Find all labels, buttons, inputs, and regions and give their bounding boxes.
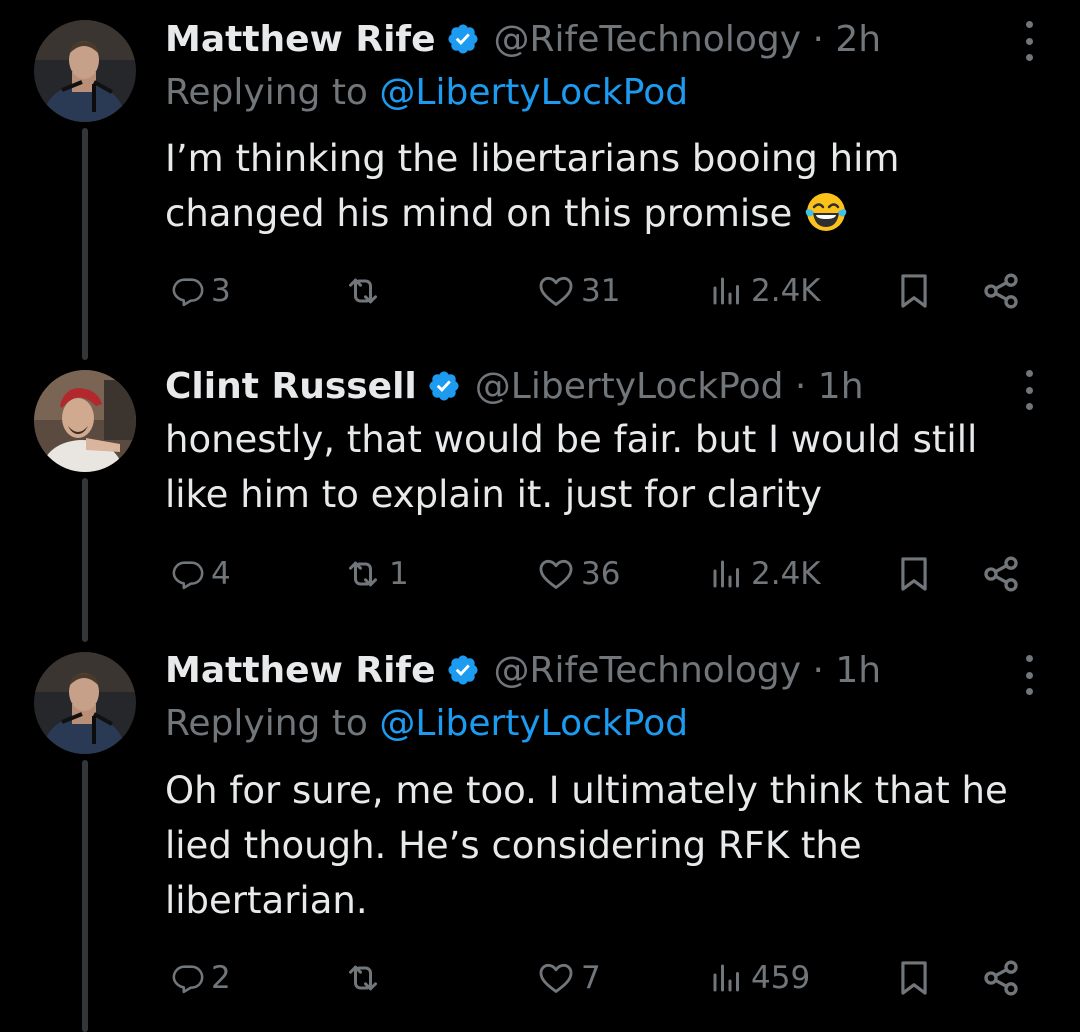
like-count: 36	[581, 556, 621, 592]
replying-to-link[interactable]: @LibertyLockPod	[379, 703, 688, 744]
avatar-clint-russell[interactable]	[34, 370, 136, 472]
tweet-header: Matthew Rife @RifeTechnology · 1h	[165, 645, 881, 695]
share-icon	[981, 958, 1021, 998]
bookmark-button[interactable]	[895, 549, 933, 599]
tweet-text-line: lied though. He’s considering RFK the	[165, 824, 862, 867]
thread-connector	[82, 760, 88, 1032]
more-icon[interactable]	[1022, 21, 1036, 61]
views-icon	[709, 556, 745, 592]
views-button[interactable]: 2.4K	[709, 266, 821, 316]
bookmark-icon	[895, 959, 933, 997]
like-icon	[537, 555, 575, 593]
more-icon[interactable]	[1022, 370, 1036, 410]
author-handle-time[interactable]: @LibertyLockPod · 1h	[475, 366, 864, 407]
like-button[interactable]: 36	[537, 549, 620, 599]
verified-badge-icon	[427, 369, 461, 403]
like-button[interactable]: 7	[537, 953, 601, 1003]
reply-icon	[171, 274, 205, 308]
bookmark-icon	[895, 555, 933, 593]
reply-icon	[171, 557, 205, 591]
reply-count: 2	[211, 960, 231, 996]
face-with-tears-of-joy-icon	[805, 193, 847, 231]
share-button[interactable]	[981, 266, 1021, 316]
share-button[interactable]	[981, 953, 1021, 1003]
tweet-text: honestly, that would be fair. but I woul…	[165, 412, 1045, 522]
replying-to: Replying to @LibertyLockPod	[165, 72, 688, 113]
reply-button[interactable]: 3	[171, 266, 231, 316]
tweet-text-line: Oh for sure, me too. I ultimately think …	[165, 769, 1008, 812]
verified-badge-icon	[446, 653, 480, 687]
reply-button[interactable]: 2	[171, 953, 231, 1003]
views-button[interactable]: 2.4K	[709, 549, 821, 599]
thread-connector	[82, 478, 88, 642]
replying-to-label: Replying to	[165, 72, 380, 113]
tweet-actions: 4 1 36 2.4K	[165, 549, 1055, 599]
share-icon	[981, 554, 1021, 594]
tweet-text-line: changed his mind on this promise	[165, 192, 793, 235]
tweet-text-line: libertarian.	[165, 879, 368, 922]
author-name[interactable]: Matthew Rife	[165, 19, 436, 60]
verified-badge-icon	[446, 22, 480, 56]
reply-count: 4	[211, 556, 231, 592]
replying-to-link[interactable]: @LibertyLockPod	[379, 72, 688, 113]
retweet-icon	[343, 958, 383, 998]
bookmark-icon	[895, 272, 933, 310]
replying-to: Replying to @LibertyLockPod	[165, 703, 688, 744]
avatar-matthew-rife[interactable]	[34, 652, 136, 754]
thread-connector	[82, 128, 88, 360]
retweet-button[interactable]	[343, 266, 389, 316]
author-name[interactable]: Matthew Rife	[165, 650, 436, 691]
author-name[interactable]: Clint Russell	[165, 366, 417, 407]
bookmark-button[interactable]	[895, 266, 933, 316]
share-button[interactable]	[981, 549, 1021, 599]
retweet-icon	[343, 554, 383, 594]
replying-to-label: Replying to	[165, 703, 380, 744]
tweet-actions: 3 31 2.4K	[165, 266, 1055, 316]
like-icon	[537, 959, 575, 997]
like-count: 7	[581, 960, 601, 996]
tweet-text-line: honestly, that would be fair. but I woul…	[165, 418, 978, 461]
like-icon	[537, 272, 575, 310]
reply-count: 3	[211, 273, 231, 309]
share-icon	[981, 271, 1021, 311]
views-icon	[709, 273, 745, 309]
more-icon[interactable]	[1022, 655, 1036, 695]
tweet-header: Matthew Rife @RifeTechnology · 2h	[165, 14, 881, 64]
author-handle-time[interactable]: @RifeTechnology · 2h	[494, 19, 882, 60]
tweet-text-line-with-emoji: changed his mind on this promise	[165, 186, 1045, 241]
bookmark-button[interactable]	[895, 953, 933, 1003]
retweet-icon	[343, 271, 383, 311]
tweet-text: Oh for sure, me too. I ultimately think …	[165, 763, 1045, 928]
retweet-button[interactable]: 1	[343, 549, 409, 599]
avatar-matthew-rife[interactable]	[34, 20, 136, 122]
view-count: 2.4K	[751, 273, 821, 309]
retweet-count: 1	[389, 556, 409, 592]
reply-button[interactable]: 4	[171, 549, 231, 599]
tweet-text-line: I’m thinking the libertarians booing him	[165, 137, 900, 180]
views-icon	[709, 960, 745, 996]
like-button[interactable]: 31	[537, 266, 620, 316]
tweet-text: I’m thinking the libertarians booing him…	[165, 131, 1045, 241]
tweet-header: Clint Russell @LibertyLockPod · 1h	[165, 361, 864, 411]
view-count: 459	[751, 960, 811, 996]
tweet-text-line: like him to explain it. just for clarity	[165, 473, 822, 516]
views-button[interactable]: 459	[709, 953, 810, 1003]
reply-icon	[171, 961, 205, 995]
view-count: 2.4K	[751, 556, 821, 592]
tweet-actions: 2 7 459	[165, 953, 1055, 1003]
like-count: 31	[581, 273, 621, 309]
author-handle-time[interactable]: @RifeTechnology · 1h	[494, 650, 882, 691]
retweet-button[interactable]	[343, 953, 389, 1003]
